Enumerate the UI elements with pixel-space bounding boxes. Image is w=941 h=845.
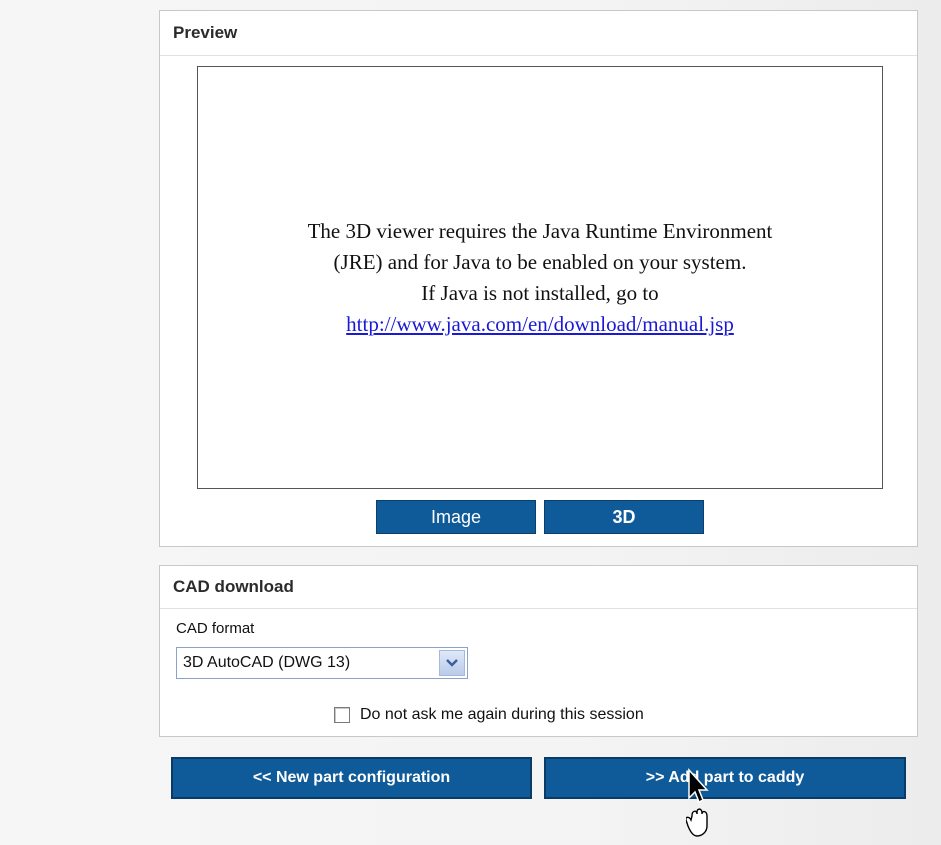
- java-download-link[interactable]: http://www.java.com/en/download/manual.j…: [346, 309, 734, 340]
- new-part-configuration-button[interactable]: << New part configuration: [171, 757, 532, 799]
- image-view-button[interactable]: Image: [376, 500, 536, 534]
- do-not-ask-checkbox[interactable]: [334, 707, 350, 723]
- preview-panel: Preview The 3D viewer requires the Java …: [159, 10, 918, 547]
- cad-download-title: CAD download: [160, 566, 917, 609]
- mouse-pointer-icon: [686, 768, 709, 837]
- chevron-down-icon[interactable]: [439, 650, 465, 676]
- cad-format-value: 3D AutoCAD (DWG 13): [183, 654, 351, 671]
- preview-title: Preview: [160, 11, 917, 56]
- viewer-message-line-1: The 3D viewer requires the Java Runtime …: [307, 218, 773, 243]
- cad-format-label: CAD format: [176, 620, 255, 637]
- cad-download-panel: CAD download CAD format 3D AutoCAD (DWG …: [159, 565, 918, 737]
- 3d-viewer-area: The 3D viewer requires the Java Runtime …: [197, 66, 883, 489]
- do-not-ask-label[interactable]: Do not ask me again during this session: [360, 706, 644, 724]
- add-part-to-caddy-button[interactable]: >> Add part to caddy: [544, 757, 906, 799]
- do-not-ask-row: Do not ask me again during this session: [334, 706, 644, 724]
- viewer-message-line-3: If Java is not installed, go to: [421, 280, 659, 305]
- 3d-view-button[interactable]: 3D: [544, 500, 704, 534]
- viewer-message-line-2: (JRE) and for Java to be enabled on your…: [333, 249, 747, 274]
- cad-format-select[interactable]: 3D AutoCAD (DWG 13): [176, 647, 468, 679]
